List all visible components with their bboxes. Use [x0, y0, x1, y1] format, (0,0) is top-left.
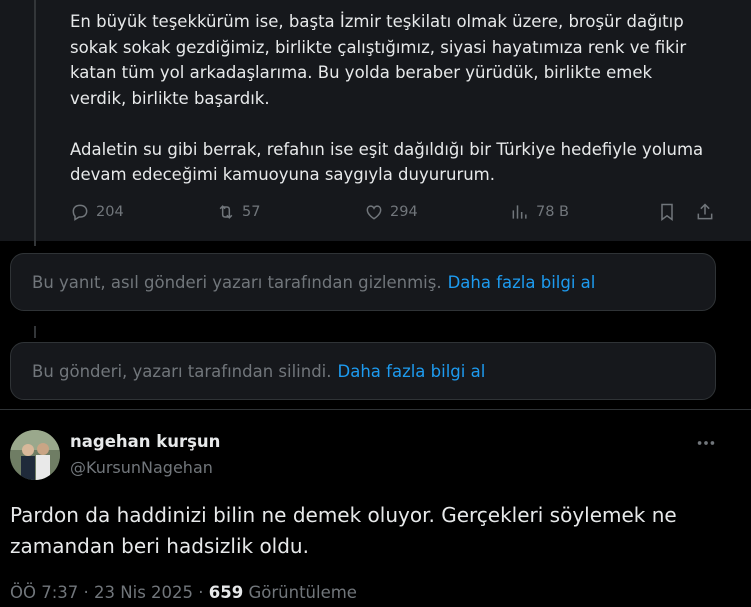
like-icon	[366, 205, 382, 220]
reply-icon	[72, 204, 88, 221]
view-label: Görüntüleme	[248, 583, 357, 602]
thread-line	[34, 0, 36, 246]
learn-more-link[interactable]: Daha fazla bilgi al	[338, 362, 486, 381]
bookmark-icon	[661, 203, 673, 221]
hidden-reply-text: Bu yanıt, asıl gönderi yazarı tarafından…	[32, 272, 442, 292]
share-button[interactable]	[695, 198, 715, 226]
like-button[interactable]: 294	[364, 198, 418, 226]
thread-connector	[34, 326, 36, 338]
views-icon	[512, 205, 527, 219]
tweet-meta: ÖÖ 7:37 · 23 Nis 2025 · 659 Görüntüleme	[10, 583, 357, 602]
retweet-count: 57	[242, 204, 261, 220]
view-count: 659	[208, 583, 244, 602]
divider	[0, 409, 751, 410]
more-button[interactable]	[693, 432, 719, 454]
reply-count: 204	[96, 204, 124, 220]
deleted-post-text: Bu gönderi, yazarı tarafından silindi.	[32, 361, 332, 381]
tweet-date[interactable]: 23 Nis 2025	[94, 583, 193, 602]
tweet-text: Pardon da haddinizi bilin ne demek oluyo…	[10, 503, 677, 558]
avatar[interactable]	[10, 430, 60, 480]
retweet-icon	[219, 205, 233, 219]
hidden-reply-notice: Bu yanıt, asıl gönderi yazarı tarafından…	[10, 253, 716, 311]
parent-tweet-text: En büyük teşekkürüm ise, başta İzmir teş…	[70, 12, 704, 184]
learn-more-link[interactable]: Daha fazla bilgi al	[448, 273, 596, 292]
deleted-post-notice: Bu gönderi, yazarı tarafından silindi. D…	[10, 342, 716, 400]
views-count: 78 B	[536, 204, 570, 220]
views-button[interactable]: 78 B	[510, 198, 569, 226]
action-bar: 204 57 294 78 B	[70, 198, 722, 226]
reply-button[interactable]: 204	[70, 198, 124, 226]
share-icon	[697, 203, 713, 220]
tweet-time[interactable]: ÖÖ 7:37	[10, 583, 78, 602]
retweet-button[interactable]: 57	[216, 198, 260, 226]
avatar-image	[10, 430, 60, 480]
author-name[interactable]: nagehan kurşun	[70, 432, 220, 451]
bookmark-button[interactable]	[657, 198, 677, 226]
author-handle[interactable]: @KursunNagehan	[70, 458, 213, 477]
more-icon	[697, 441, 715, 445]
like-count: 294	[390, 204, 418, 220]
